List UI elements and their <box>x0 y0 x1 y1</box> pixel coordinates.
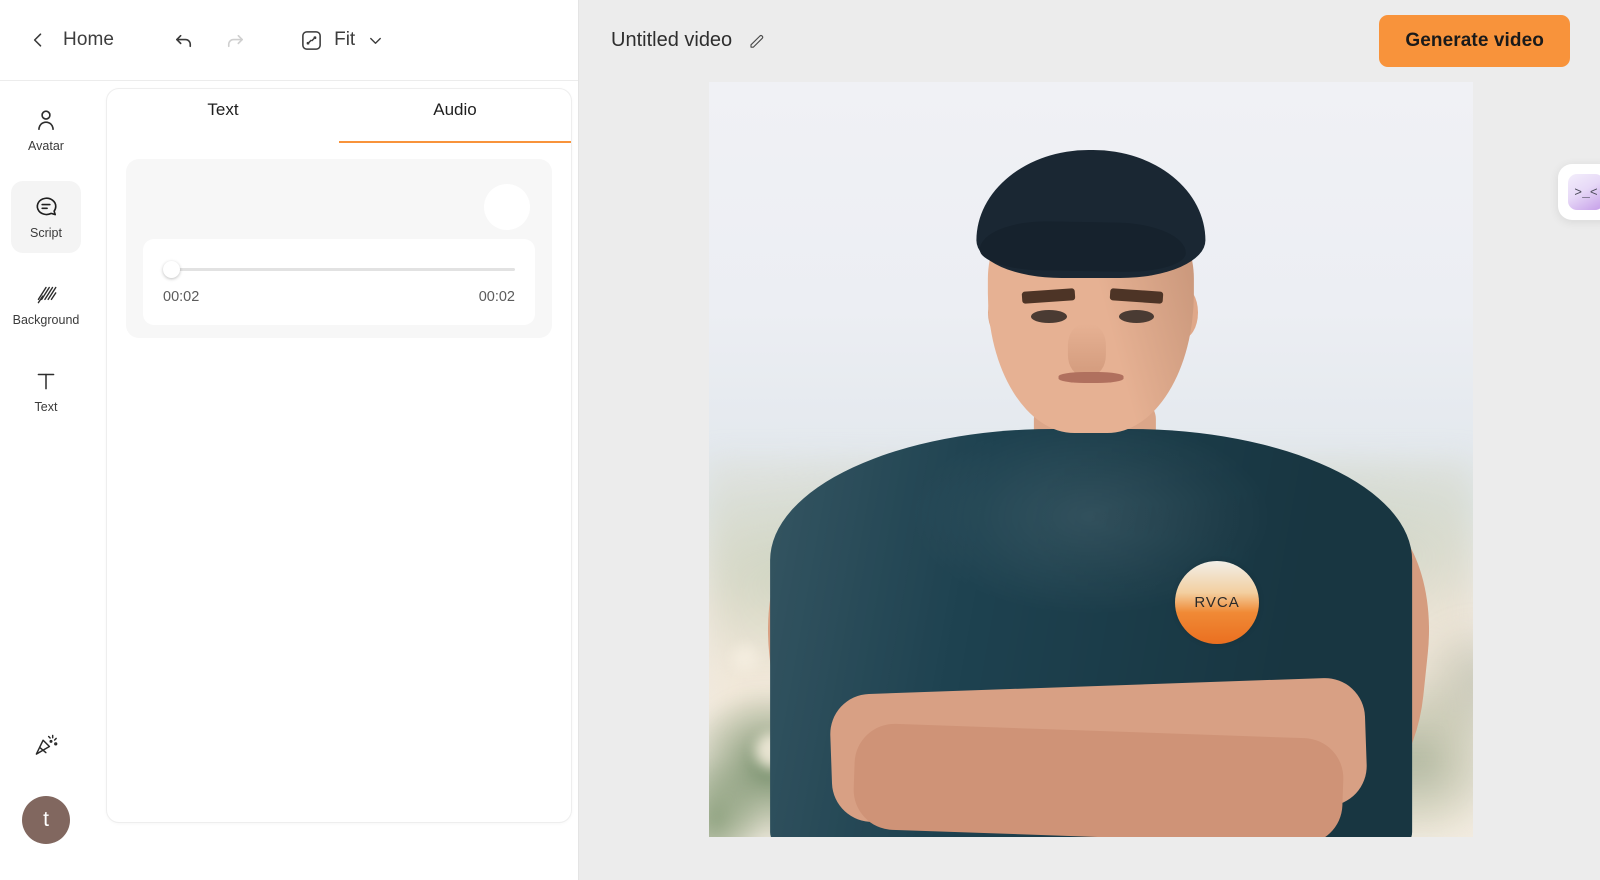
panel-body: 00:02 00:02 <box>107 143 571 338</box>
zoom-level-selector[interactable]: Fit <box>300 29 385 52</box>
tab-audio[interactable]: Audio <box>339 89 571 143</box>
hatch-pattern-icon <box>37 287 57 304</box>
back-to-home-button[interactable]: Home <box>28 29 114 51</box>
party-popper-icon <box>35 734 57 755</box>
tool-rail: Avatar Script Background Text t <box>0 81 92 880</box>
page-title: Untitled video <box>611 29 733 51</box>
mouth <box>1058 371 1124 384</box>
sidebar-item-text[interactable]: Text <box>11 355 81 427</box>
sidebar-item-script[interactable]: Script <box>11 181 81 253</box>
script-panel: Text Audio 00:02 00:02 <box>106 88 572 823</box>
feedback-widget-button[interactable]: >_< <box>1558 164 1600 220</box>
right-eye <box>1118 310 1154 323</box>
preview-photo: RVCA <box>709 82 1473 837</box>
zoom-level-label: Fit <box>334 29 356 50</box>
text-t-icon <box>37 373 55 390</box>
sidebar-item-label-avatar: Avatar <box>28 139 64 154</box>
editor-toolbar: Home Fit <box>0 0 578 81</box>
whats-new-button[interactable] <box>20 718 72 770</box>
video-title-group: Untitled video <box>611 29 768 52</box>
home-label: Home <box>63 29 115 50</box>
left-eye <box>1031 310 1067 323</box>
redo-button[interactable] <box>220 26 248 54</box>
avatar-person: RVCA <box>709 82 1473 837</box>
edit-title-button[interactable] <box>746 30 768 52</box>
video-preview-canvas[interactable]: RVCA <box>709 82 1473 837</box>
sidebar-item-label-background: Background <box>12 313 80 328</box>
undo-button[interactable] <box>170 26 198 54</box>
audio-seek-thumb[interactable] <box>163 260 180 278</box>
audio-seek-track <box>169 267 515 271</box>
person-icon <box>38 110 54 131</box>
audio-player-card: 00:02 00:02 <box>126 159 552 338</box>
sidebar-item-avatar[interactable]: Avatar <box>11 94 81 166</box>
user-avatar-initial: t <box>43 808 49 831</box>
cap-brim <box>979 219 1187 273</box>
speech-bubble-icon <box>36 197 57 216</box>
pencil-icon <box>750 34 764 48</box>
crossed-forearm-lower <box>852 722 1345 837</box>
generate-video-button[interactable]: Generate video <box>1379 14 1570 67</box>
back-chevron-icon <box>33 33 42 47</box>
audio-seek-slider[interactable] <box>163 260 515 278</box>
redo-icon <box>227 34 243 47</box>
kaomoji-face-text: >_< <box>1574 184 1598 200</box>
sidebar-item-background[interactable]: Background <box>11 268 81 340</box>
video-editor-app: Home Fit Avatar Script Background Text t… <box>0 0 1600 880</box>
audio-progress-container: 00:02 00:02 <box>143 239 535 325</box>
history-controls <box>170 26 248 54</box>
play-pause-button[interactable] <box>484 184 530 230</box>
nose <box>1068 323 1107 377</box>
preview-stage: Untitled video Generate video RVCA >_< <box>578 0 1600 880</box>
fit-screen-icon <box>302 30 321 50</box>
undo-icon <box>175 34 191 47</box>
sidebar-item-label-script: Script <box>30 226 62 241</box>
user-avatar[interactable]: t <box>22 796 70 844</box>
shirt-logo: RVCA <box>1175 561 1260 645</box>
left-column: Home Fit Avatar Script Background Text t… <box>0 0 578 880</box>
shirt-logo-text: RVCA <box>1194 594 1240 612</box>
chevron-down-icon <box>370 37 382 44</box>
audio-total-time: 00:02 <box>478 289 515 305</box>
tab-text-label: Text <box>207 100 239 119</box>
tab-audio-label: Audio <box>433 100 477 119</box>
kaomoji-face-icon: >_< <box>1568 174 1600 210</box>
stage-header: Untitled video Generate video <box>579 0 1600 81</box>
tab-text[interactable]: Text <box>107 89 339 143</box>
panel-tabs: Text Audio <box>107 89 571 143</box>
sidebar-item-label-text: Text <box>34 400 58 415</box>
audio-time-row: 00:02 00:02 <box>163 289 515 305</box>
audio-current-time: 00:02 <box>163 289 200 305</box>
